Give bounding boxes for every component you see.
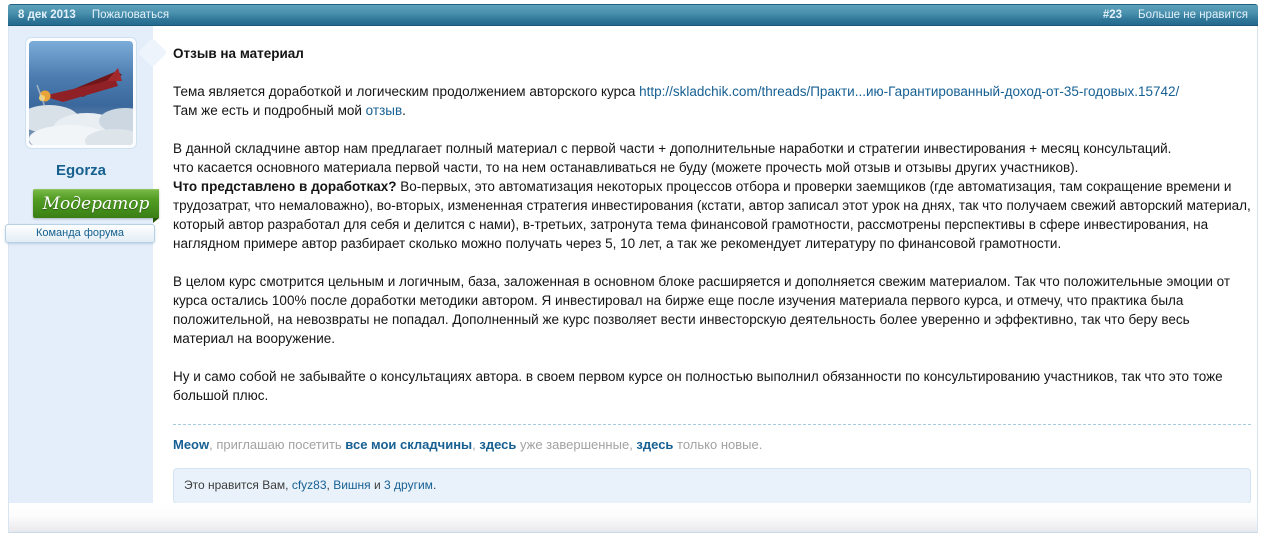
thread-link[interactable]: http://skladchik.com/threads/Практи...ию… bbox=[639, 84, 1179, 99]
signature: Meow, приглашаю посетить все мои складчи… bbox=[173, 424, 1251, 454]
signature-text: только новые. bbox=[673, 437, 763, 452]
signature-completed-link[interactable]: здесь bbox=[479, 437, 516, 452]
paragraph-text: Там же есть и подробный мой bbox=[173, 103, 366, 118]
airplane-avatar-image bbox=[29, 41, 133, 145]
post-date-permalink[interactable]: 8 дек 2013 bbox=[18, 9, 76, 21]
likes-bar: Это нравится Вам, cfyz83, Вишня и 3 друг… bbox=[173, 468, 1251, 503]
paragraph-4: Ну и само собой не забывайте о консульта… bbox=[173, 369, 1223, 403]
post-footer-strip bbox=[8, 503, 1258, 533]
paragraph-2: В данной складчине автор нам предлагает … bbox=[173, 139, 1251, 253]
like-user-link-1[interactable]: cfyz83 bbox=[292, 478, 327, 492]
signature-text: , приглашаю посетить bbox=[209, 437, 346, 452]
signature-all-groupbuys-link[interactable]: все мои складчины bbox=[345, 437, 472, 452]
username: Egorza bbox=[9, 162, 153, 179]
username-link[interactable]: Egorza bbox=[56, 162, 106, 179]
likes-text: Это нравится Вам, bbox=[184, 478, 292, 492]
paragraph-text: что касается основного материала первой … bbox=[173, 160, 1079, 175]
paragraph-text: Тема является доработкой и логическим пр… bbox=[173, 84, 640, 99]
forum-post: 8 дек 2013 Пожаловаться #23 Больше не нр… bbox=[5, 4, 1258, 533]
signature-new-link[interactable]: здесь bbox=[636, 437, 673, 452]
header-left-group: 8 дек 2013 Пожаловаться bbox=[18, 9, 169, 21]
unlike-link[interactable]: Больше не нравится bbox=[1138, 9, 1248, 21]
post-number-permalink[interactable]: #23 bbox=[1103, 9, 1122, 21]
post-body: Egorza Модератор Команда форума Отзыв на… bbox=[5, 26, 1258, 503]
likes-text: . bbox=[432, 478, 437, 492]
moderator-banner: Модератор bbox=[33, 189, 159, 223]
post-content: Отзыв на материал Тема является доработк… bbox=[153, 26, 1257, 503]
paragraph-3: В целом курс смотрится цельным и логичны… bbox=[173, 274, 1231, 346]
signature-user-link[interactable]: Meow bbox=[173, 437, 209, 452]
review-link[interactable]: отзыв bbox=[366, 103, 402, 118]
avatar[interactable] bbox=[25, 37, 137, 149]
likes-text: и bbox=[370, 478, 385, 492]
user-sidebar: Egorza Модератор Команда форума bbox=[5, 26, 168, 503]
paragraph-text: . bbox=[402, 103, 406, 118]
like-others-link[interactable]: 3 другим bbox=[384, 478, 433, 492]
paragraph-1: Тема является доработкой и логическим пр… bbox=[173, 82, 1251, 120]
post-header-bar: 8 дек 2013 Пожаловаться #23 Больше не нр… bbox=[8, 4, 1258, 26]
report-link[interactable]: Пожаловаться bbox=[92, 9, 169, 21]
signature-text: уже завершенные, bbox=[516, 437, 637, 452]
like-user-link-2[interactable]: Вишня bbox=[333, 478, 370, 492]
paragraph-text: В данной складчине автор нам предлагает … bbox=[173, 141, 1172, 156]
bold-question-text: Что представлено в доработках? bbox=[173, 179, 397, 194]
post-title: Отзыв на материал bbox=[173, 46, 304, 61]
header-right-group: #23 Больше не нравится bbox=[1103, 9, 1248, 21]
staff-team-label: Команда форума bbox=[5, 224, 155, 243]
